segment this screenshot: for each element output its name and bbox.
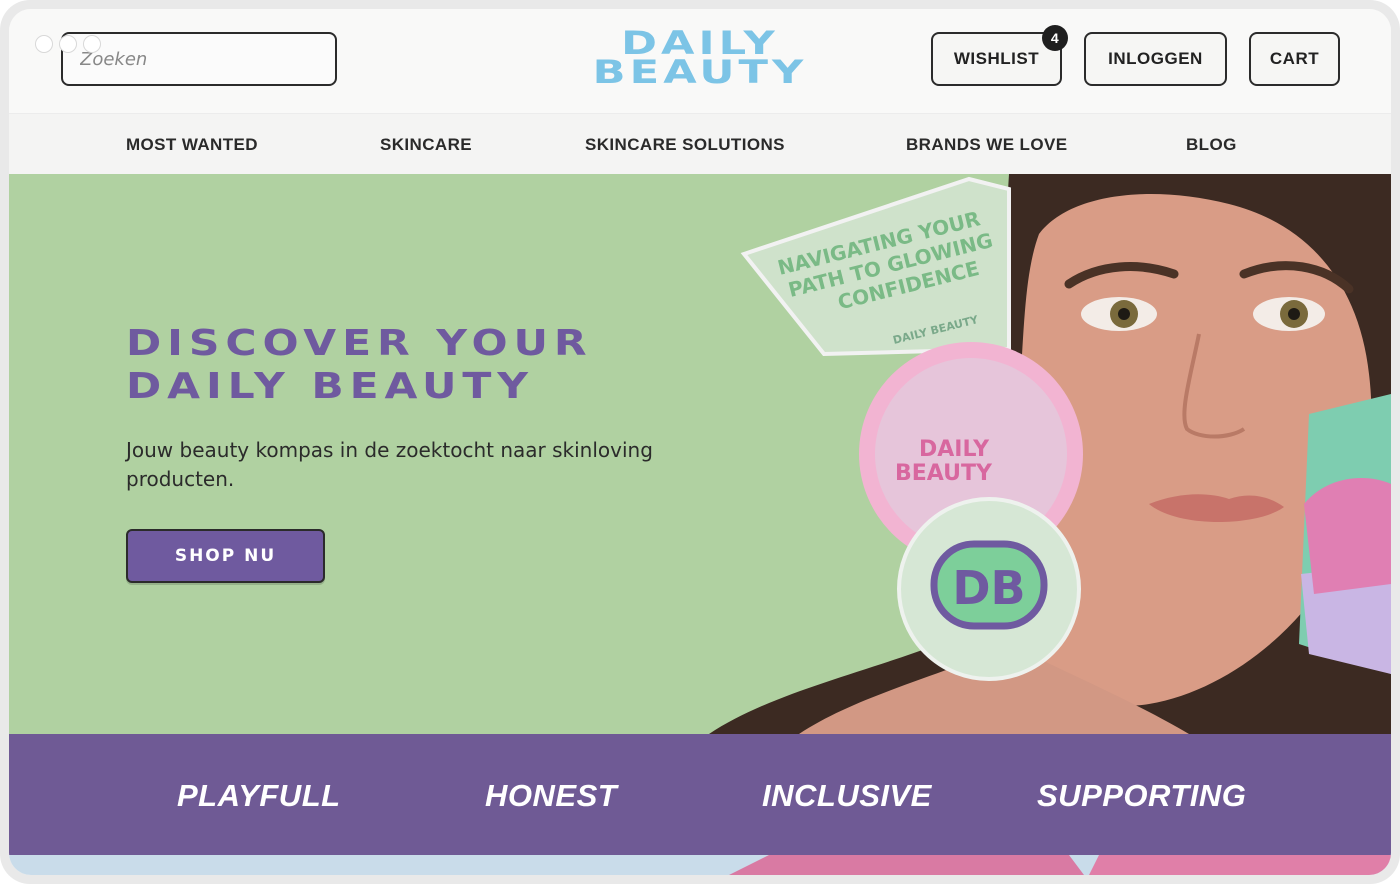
- hero-banner: DISCOVER YOUR DAILY BEAUTY Jouw beauty k…: [9, 174, 1391, 734]
- value-supporting: SUPPORTING: [1037, 778, 1247, 813]
- main-nav: MOST WANTED SKINCARE SKINCARE SOLUTIONS …: [9, 113, 1391, 174]
- value-playfull: PLAYFULL: [177, 778, 341, 813]
- maximize-dot-icon[interactable]: [83, 35, 101, 53]
- logo-line-2: BEAUTY: [592, 53, 808, 91]
- nav-item-brands-we-love[interactable]: BRANDS WE LOVE: [906, 135, 1067, 155]
- sticker-right: [1299, 394, 1391, 674]
- site-header: DAILY BEAUTY WISHLIST 4 INLOGGEN CART: [9, 9, 1391, 113]
- wishlist-label: WISHLIST: [953, 49, 1040, 68]
- device-frame: DAILY BEAUTY WISHLIST 4 INLOGGEN CART MO…: [0, 0, 1400, 884]
- shop-now-label: SHOP NU: [174, 546, 277, 566]
- login-label: INLOGGEN: [1108, 49, 1203, 68]
- sticker-db-round: DB: [897, 497, 1081, 681]
- shop-now-button[interactable]: SHOP NU: [126, 529, 325, 583]
- hero-subtitle: Jouw beauty kompas in de zoektocht naar …: [126, 438, 653, 491]
- window-controls: [35, 35, 101, 53]
- search-box[interactable]: [61, 32, 337, 86]
- wishlist-count-badge: 4: [1042, 25, 1068, 51]
- nav-item-skincare[interactable]: SKINCARE: [380, 135, 472, 155]
- login-button[interactable]: INLOGGEN: [1084, 32, 1227, 86]
- hero-image: NAVIGATING YOUR PATH TO GLOWING CONFIDEN…: [709, 174, 1391, 734]
- cart-label: CART: [1269, 49, 1320, 68]
- brand-values-band: PLAYFULL HONEST INCLUSIVE SUPPORTING: [9, 734, 1391, 855]
- site-logo[interactable]: DAILY BEAUTY: [587, 27, 813, 89]
- minimize-dot-icon[interactable]: [59, 35, 77, 53]
- value-inclusive: INCLUSIVE: [762, 778, 932, 813]
- next-section-art: [729, 855, 1391, 875]
- search-input[interactable]: [80, 48, 335, 70]
- nav-item-skincare-solutions[interactable]: SKINCARE SOLUTIONS: [585, 135, 785, 155]
- value-honest: HONEST: [485, 778, 618, 813]
- close-dot-icon[interactable]: [35, 35, 53, 53]
- nav-item-most-wanted[interactable]: MOST WANTED: [126, 135, 258, 155]
- next-section-peek: [9, 855, 1391, 875]
- sticker-tag: NAVIGATING YOUR PATH TO GLOWING CONFIDEN…: [740, 176, 1011, 357]
- wishlist-button[interactable]: WISHLIST 4: [931, 25, 1068, 86]
- nav-item-blog[interactable]: BLOG: [1186, 135, 1237, 155]
- browser-viewport: DAILY BEAUTY WISHLIST 4 INLOGGEN CART MO…: [9, 9, 1391, 875]
- sticker-db-text: DB: [952, 561, 1025, 615]
- cart-button[interactable]: CART: [1249, 32, 1340, 86]
